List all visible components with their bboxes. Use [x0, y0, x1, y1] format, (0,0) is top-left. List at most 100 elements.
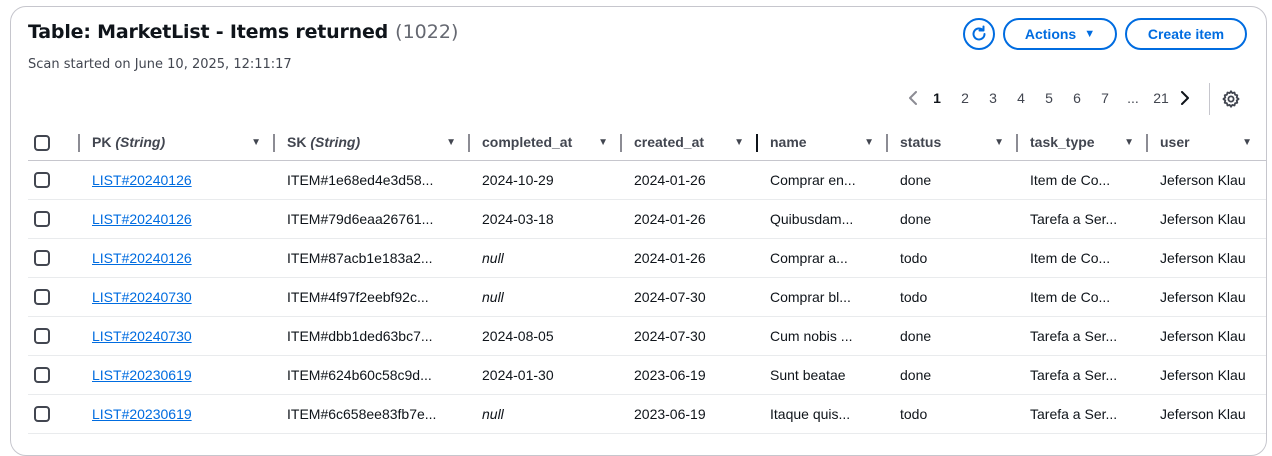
cell-task-type: Item de Co... [1030, 171, 1111, 188]
column-header-pk[interactable]: PK (String) ▼ [82, 125, 277, 160]
cell-name: Sunt beatae [770, 366, 846, 383]
page-2[interactable]: 2 [951, 90, 979, 106]
column-divider[interactable] [756, 134, 758, 152]
row-select-cell [28, 199, 82, 238]
column-divider[interactable] [886, 134, 888, 152]
column-divider[interactable] [468, 134, 470, 152]
cell-sk: ITEM#624b60c58c9d... [287, 366, 432, 383]
select-all-cell [28, 125, 82, 160]
cell-user: Jeferson Klau [1160, 366, 1246, 383]
page-3[interactable]: 3 [979, 90, 1007, 106]
cell-user: Jeferson Klau [1160, 171, 1246, 188]
caret-down-icon[interactable]: ▼ [734, 137, 744, 148]
scan-status-text: Scan started on June 10, 2025, 12:11:17 [28, 57, 292, 72]
actions-button[interactable]: Actions ▼ [1003, 18, 1117, 50]
cell-task-type: Item de Co... [1030, 249, 1111, 266]
cell-pk: LIST#20240730 [82, 316, 277, 355]
cell-task-type: Tarefa a Ser... [1030, 327, 1118, 344]
cell-task-type: Item de Co... [1030, 288, 1111, 305]
caret-down-icon[interactable]: ▼ [994, 137, 1004, 148]
cell-created-at: 2024-01-26 [634, 210, 706, 227]
column-label: SK [287, 134, 307, 151]
item-link[interactable]: LIST#20240730 [92, 328, 192, 344]
column-divider[interactable] [620, 134, 622, 152]
caret-down-icon[interactable]: ▼ [864, 137, 874, 148]
cell-created-at: 2024-07-30 [634, 288, 706, 305]
column-divider [78, 134, 80, 152]
column-type: (String) [115, 134, 166, 151]
row-select-cell [28, 277, 82, 316]
select-all-checkbox[interactable] [34, 134, 50, 151]
item-link[interactable]: LIST#20240126 [92, 250, 192, 266]
caret-down-icon[interactable]: ▼ [1242, 137, 1252, 148]
column-divider[interactable] [1016, 134, 1018, 152]
chevron-right-icon[interactable] [1175, 91, 1195, 105]
column-label: name [770, 134, 807, 151]
column-type: (String) [310, 134, 361, 151]
create-item-button[interactable]: Create item [1125, 18, 1247, 50]
row-checkbox[interactable] [34, 367, 50, 384]
caret-down-icon[interactable]: ▼ [598, 137, 608, 148]
table-row[interactable]: LIST#20230619 ITEM#6c658ee83fb7e... null 20… [28, 394, 1266, 433]
cell-completed-at: null [482, 288, 504, 305]
column-header-created-at[interactable]: created_at ▼ [624, 125, 760, 160]
row-checkbox[interactable] [34, 289, 50, 306]
column-header-user[interactable]: user ▼ [1150, 125, 1266, 160]
cell-pk: LIST#20240126 [82, 199, 277, 238]
item-link[interactable]: LIST#20230619 [92, 367, 192, 383]
row-checkbox[interactable] [34, 211, 50, 228]
table-row[interactable]: LIST#20240126 ITEM#1e68ed4e3d58... 2024-10… [28, 160, 1266, 199]
column-header-completed-at[interactable]: completed_at ▼ [472, 125, 624, 160]
row-select-cell [28, 160, 82, 199]
table-row[interactable]: LIST#20240730 ITEM#dbb1ded63bc7... 2024-08… [28, 316, 1266, 355]
column-header-status[interactable]: status ▼ [890, 125, 1020, 160]
table-row[interactable]: LIST#20240126 ITEM#87acb1e183a2... null 202… [28, 238, 1266, 277]
refresh-button[interactable] [963, 18, 995, 50]
cell-sk: ITEM#4f97f2eebf92c... [287, 288, 429, 305]
item-link[interactable]: LIST#20240730 [92, 289, 192, 305]
item-link[interactable]: LIST#20230619 [92, 406, 192, 422]
column-header-sk[interactable]: SK (String) ▼ [277, 125, 472, 160]
item-count: (1022) [395, 21, 459, 43]
cell-user: Jeferson Klau [1160, 210, 1246, 227]
table-title-row: Table: MarketList - Items returned (1022… [28, 21, 458, 43]
cell-status: todo [900, 405, 928, 422]
table-header-row: PK (String) ▼ SK (String) ▼ completed_at… [28, 125, 1266, 160]
page-21[interactable]: 21 [1147, 90, 1175, 106]
cell-name: Comprar en... [770, 171, 856, 188]
column-header-task-type[interactable]: task_type ▼ [1020, 125, 1150, 160]
table-row[interactable]: LIST#20230619 ITEM#624b60c58c9d... 2024-01… [28, 355, 1266, 394]
cell-completed-at: 2024-01-30 [482, 366, 554, 383]
cell-name: Comprar a... [770, 249, 848, 266]
page-6[interactable]: 6 [1063, 90, 1091, 106]
item-link[interactable]: LIST#20240126 [92, 172, 192, 188]
caret-down-icon[interactable]: ▼ [446, 137, 456, 148]
cell-created-at: 2024-01-26 [634, 171, 706, 188]
column-divider[interactable] [1146, 134, 1148, 152]
page-7[interactable]: 7 [1091, 90, 1119, 106]
cell-user: Jeferson Klau [1160, 405, 1246, 422]
row-checkbox[interactable] [34, 406, 50, 423]
chevron-left-icon[interactable] [903, 91, 923, 105]
page-5[interactable]: 5 [1035, 90, 1063, 106]
page-4[interactable]: 4 [1007, 90, 1035, 106]
row-checkbox[interactable] [34, 172, 50, 189]
gear-icon[interactable] [1221, 89, 1241, 109]
cell-status: done [900, 327, 932, 344]
column-header-name[interactable]: name ▼ [760, 125, 890, 160]
actions-button-label: Actions [1024, 26, 1077, 42]
table-row[interactable]: LIST#20240126 ITEM#79d6eaa26761... 2024-03… [28, 199, 1266, 238]
cell-status: done [900, 366, 932, 383]
page-1[interactable]: 1 [923, 90, 951, 106]
table-row[interactable]: LIST#20240730 ITEM#4f97f2eebf92c... null 20… [28, 277, 1266, 316]
column-divider[interactable] [273, 134, 275, 152]
row-checkbox[interactable] [34, 250, 50, 267]
cell-name: Cum nobis ... [770, 327, 853, 344]
row-select-cell [28, 394, 82, 433]
cell-status: todo [900, 288, 928, 305]
caret-down-icon[interactable]: ▼ [1124, 137, 1134, 148]
item-link[interactable]: LIST#20240126 [92, 211, 192, 227]
row-checkbox[interactable] [34, 328, 50, 345]
caret-down-icon[interactable]: ▼ [251, 137, 261, 148]
cell-completed-at: 2024-10-29 [482, 171, 554, 188]
